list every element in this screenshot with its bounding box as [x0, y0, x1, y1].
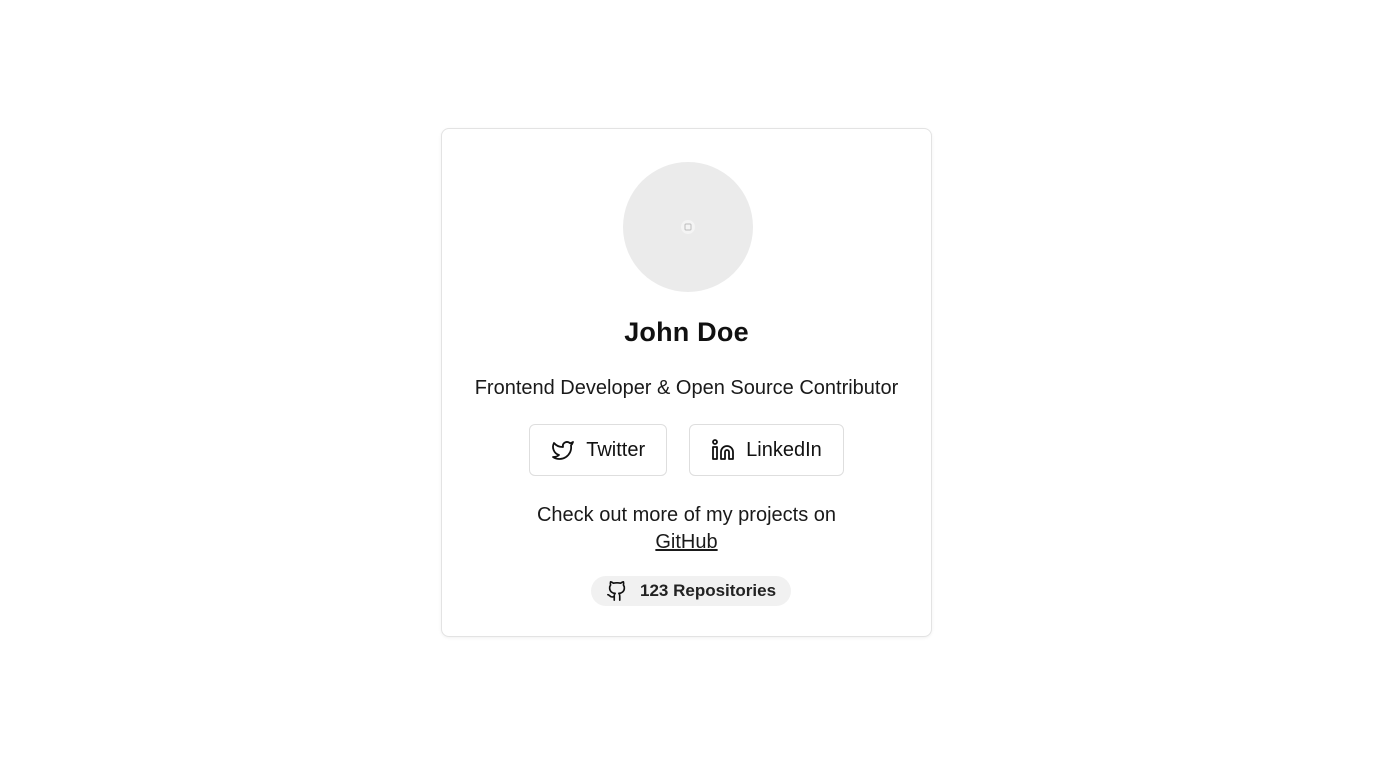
- github-link[interactable]: GitHub: [655, 531, 717, 553]
- github-icon: [606, 580, 628, 602]
- twitter-icon: [551, 438, 575, 462]
- profile-name: John Doe: [624, 317, 749, 347]
- profile-bio: Frontend Developer & Open Source Contrib…: [474, 377, 899, 399]
- avatar: [623, 162, 753, 292]
- page: John Doe Frontend Developer & Open Sourc…: [0, 0, 1376, 768]
- social-links: Twitter LinkedIn: [442, 424, 931, 476]
- linkedin-icon: [711, 438, 735, 462]
- repositories-badge: 123 Repositories: [591, 576, 792, 606]
- profile-card: John Doe Frontend Developer & Open Sourc…: [441, 128, 932, 637]
- twitter-button[interactable]: Twitter: [529, 424, 668, 476]
- twitter-label: Twitter: [586, 438, 646, 461]
- linkedin-label: LinkedIn: [746, 438, 822, 461]
- image-placeholder-icon: [681, 220, 695, 234]
- github-cta-text: Check out more of my projects on: [536, 504, 836, 526]
- github-cta: Check out more of my projects on GitHub: [442, 502, 931, 556]
- linkedin-button[interactable]: LinkedIn: [689, 424, 844, 476]
- repositories-count: 123 Repositories: [640, 581, 777, 600]
